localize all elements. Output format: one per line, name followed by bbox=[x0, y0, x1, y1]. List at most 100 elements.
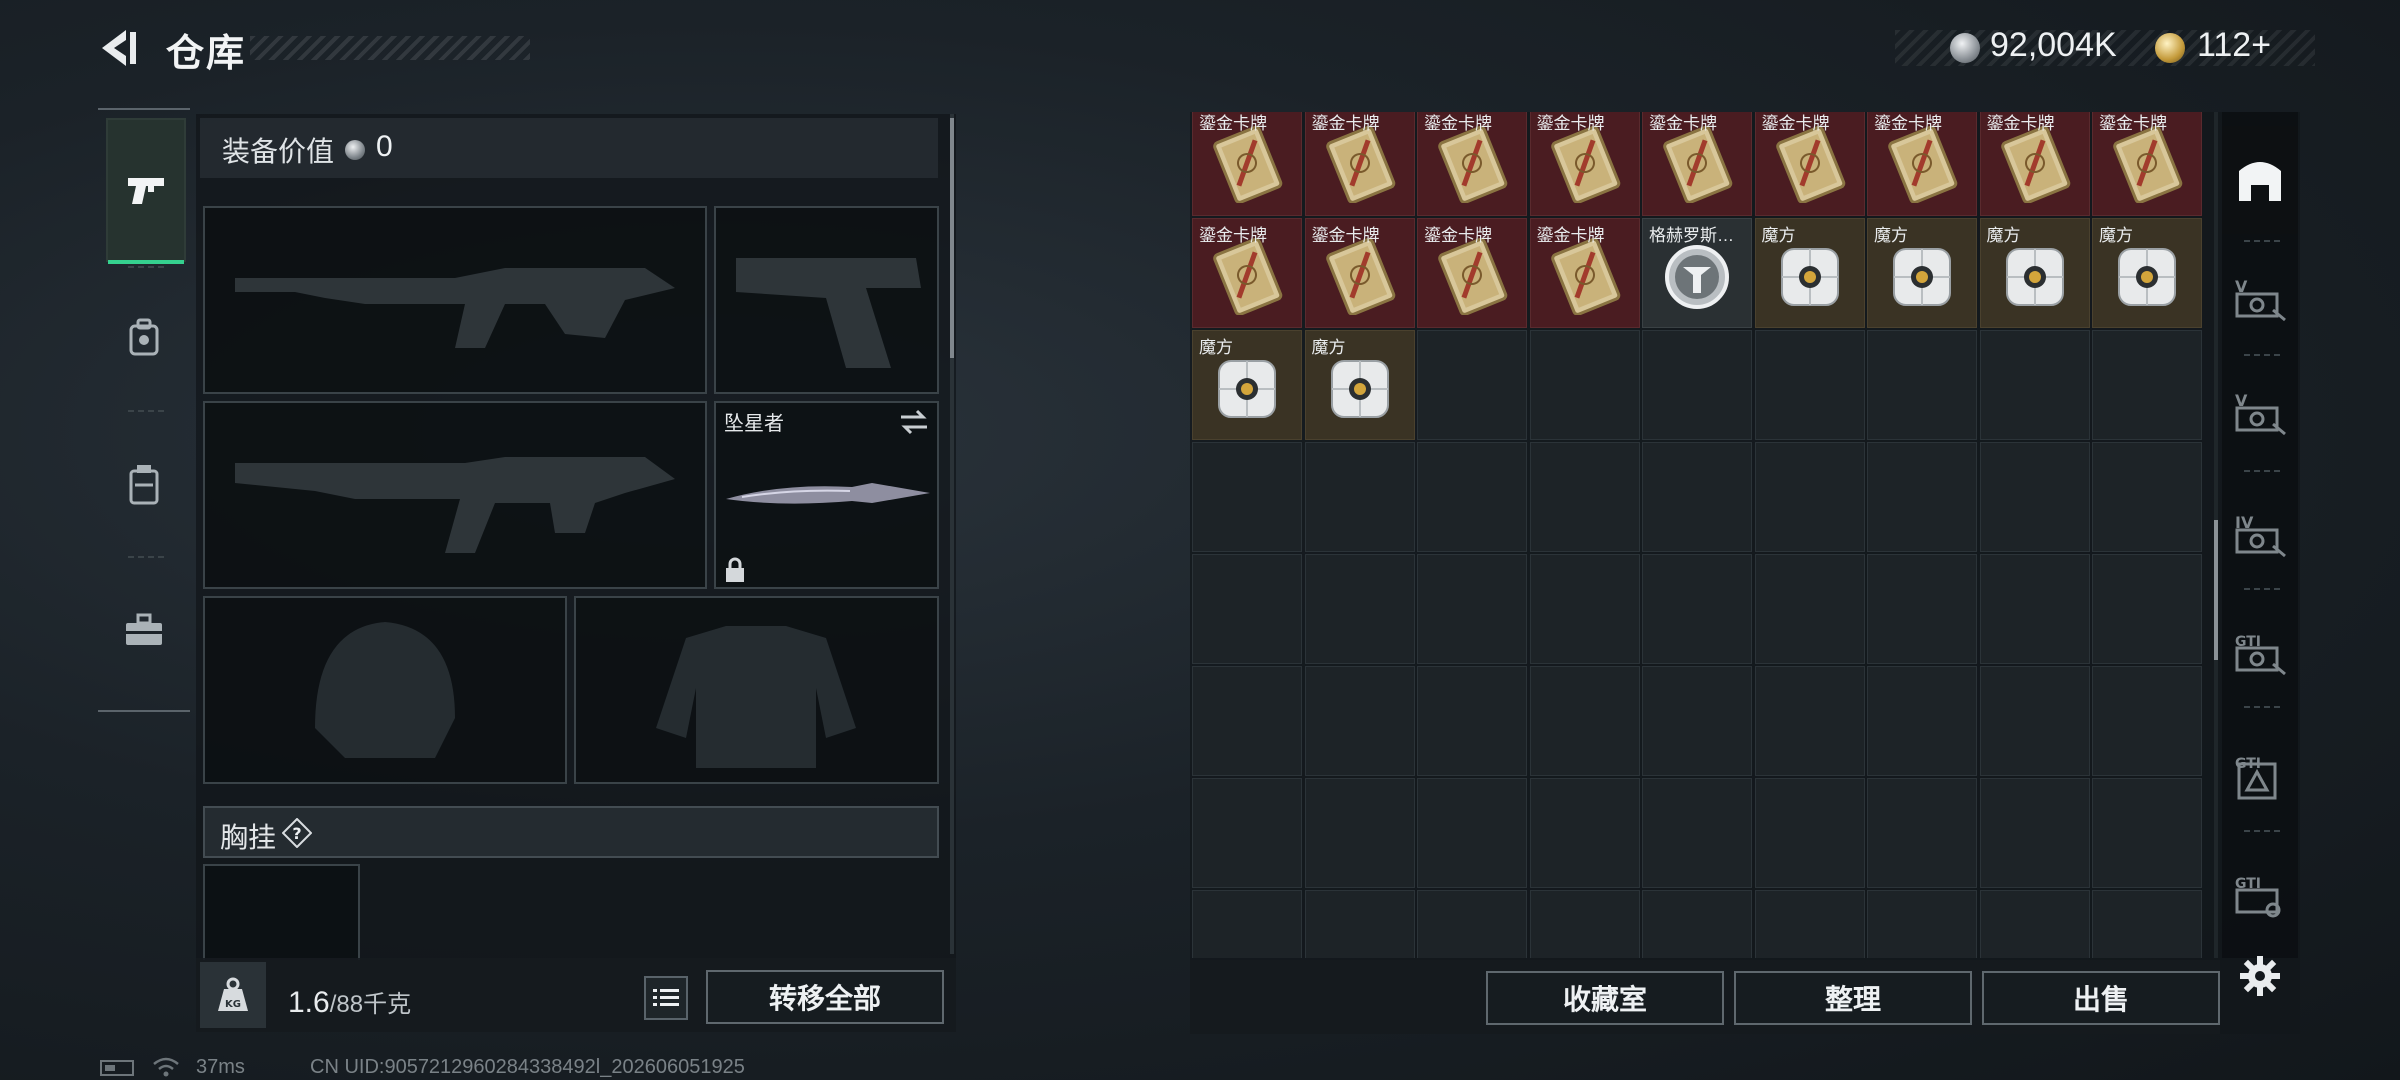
item-cube[interactable]: 魔方 bbox=[2092, 218, 2202, 328]
empty-storage-cell[interactable] bbox=[2092, 890, 2202, 958]
item-gilded-card[interactable]: 鎏金卡牌 bbox=[2092, 112, 2202, 216]
empty-storage-cell[interactable] bbox=[1304, 554, 1415, 664]
tab-storage-gti-3[interactable]: GTI bbox=[2222, 840, 2298, 948]
back-arrow-icon[interactable] bbox=[96, 26, 140, 70]
empty-storage-cell[interactable] bbox=[1192, 890, 1302, 958]
tab-storage-gti-1[interactable]: GTI bbox=[2222, 598, 2298, 706]
help-icon[interactable]: ? bbox=[281, 817, 313, 849]
empty-storage-cell[interactable] bbox=[1417, 330, 1527, 440]
item-gilded-card[interactable]: 鎏金卡牌 bbox=[1979, 112, 2090, 216]
empty-storage-cell[interactable] bbox=[1529, 778, 1640, 888]
item-gilded-card[interactable]: 鎏金卡牌 bbox=[1192, 218, 1302, 328]
empty-storage-cell[interactable] bbox=[2092, 442, 2202, 552]
empty-storage-cell[interactable] bbox=[1304, 890, 1415, 958]
rail-tab-armor[interactable] bbox=[106, 414, 182, 554]
empty-storage-cell[interactable] bbox=[1642, 554, 1752, 664]
empty-storage-cell[interactable] bbox=[1417, 666, 1527, 776]
empty-storage-cell[interactable] bbox=[1642, 330, 1752, 440]
empty-storage-cell[interactable] bbox=[1192, 442, 1302, 552]
empty-storage-cell[interactable] bbox=[1417, 890, 1527, 958]
empty-storage-cell[interactable] bbox=[1867, 666, 1977, 776]
empty-storage-cell[interactable] bbox=[1192, 778, 1302, 888]
tab-storage-iv[interactable]: IV bbox=[2222, 480, 2298, 588]
item-gilded-card[interactable]: 鎏金卡牌 bbox=[1529, 218, 1640, 328]
empty-storage-cell[interactable] bbox=[1754, 554, 1865, 664]
empty-storage-cell[interactable] bbox=[1304, 778, 1415, 888]
empty-storage-cell[interactable] bbox=[1867, 330, 1977, 440]
item-gilded-card[interactable]: 鎏金卡牌 bbox=[1867, 112, 1977, 216]
tab-storage-v2[interactable]: V bbox=[2222, 358, 2298, 466]
list-view-button[interactable] bbox=[644, 976, 688, 1020]
empty-storage-cell[interactable] bbox=[1979, 890, 2090, 958]
empty-storage-cell[interactable] bbox=[1867, 554, 1977, 664]
item-cube[interactable]: 魔方 bbox=[1304, 330, 1415, 440]
primary-weapon-slot-2[interactable] bbox=[203, 401, 707, 589]
gold-currency-value[interactable]: 112+ bbox=[2197, 26, 2271, 65]
empty-storage-cell[interactable] bbox=[1642, 778, 1752, 888]
item-medal[interactable]: 格赫罗斯… bbox=[1642, 218, 1752, 328]
organize-button[interactable]: 整理 bbox=[1734, 971, 1972, 1025]
empty-storage-cell[interactable] bbox=[2092, 666, 2202, 776]
empty-storage-cell[interactable] bbox=[1529, 442, 1640, 552]
silver-currency-value[interactable]: 92,004K bbox=[1990, 26, 2117, 65]
empty-storage-cell[interactable] bbox=[1754, 330, 1865, 440]
empty-storage-cell[interactable] bbox=[1979, 442, 2090, 552]
empty-storage-cell[interactable] bbox=[1867, 778, 1977, 888]
item-gilded-card[interactable]: 鎏金卡牌 bbox=[1417, 112, 1527, 216]
item-gilded-card[interactable]: 鎏金卡牌 bbox=[1417, 218, 1527, 328]
item-cube[interactable]: 魔方 bbox=[1192, 330, 1302, 440]
empty-storage-cell[interactable] bbox=[1529, 890, 1640, 958]
swap-icon[interactable] bbox=[899, 409, 929, 435]
storage-grid[interactable]: 鎏金卡牌 鎏金卡牌 鎏金卡牌 鎏金卡牌 鎏金卡牌 鎏金卡牌 鎏金卡牌 鎏金卡牌 鎏金卡牌 鎏金卡牌… bbox=[1192, 112, 2204, 958]
rail-tab-toolbox[interactable] bbox=[106, 560, 182, 700]
empty-storage-cell[interactable] bbox=[1979, 778, 2090, 888]
empty-storage-cell[interactable] bbox=[1529, 330, 1640, 440]
empty-storage-cell[interactable] bbox=[1304, 666, 1415, 776]
primary-weapon-slot-1[interactable] bbox=[203, 206, 707, 394]
item-cube[interactable]: 魔方 bbox=[1867, 218, 1977, 328]
item-cube[interactable]: 魔方 bbox=[1754, 218, 1865, 328]
empty-storage-cell[interactable] bbox=[1417, 442, 1527, 552]
empty-storage-cell[interactable] bbox=[1192, 554, 1302, 664]
storage-scroll-thumb[interactable] bbox=[2214, 520, 2218, 660]
tab-main-storage[interactable] bbox=[2222, 126, 2298, 234]
empty-storage-cell[interactable] bbox=[1979, 330, 2090, 440]
empty-storage-cell[interactable] bbox=[1754, 442, 1865, 552]
empty-storage-cell[interactable] bbox=[2092, 554, 2202, 664]
empty-storage-cell[interactable] bbox=[1754, 778, 1865, 888]
item-gilded-card[interactable]: 鎏金卡牌 bbox=[1754, 112, 1865, 216]
item-gilded-card[interactable]: 鎏金卡牌 bbox=[1642, 112, 1752, 216]
rail-tab-weapons[interactable] bbox=[106, 118, 186, 264]
settings-button[interactable] bbox=[2222, 946, 2298, 1006]
body-armor-slot[interactable] bbox=[574, 596, 939, 784]
tab-storage-v1[interactable]: V bbox=[2222, 244, 2298, 352]
empty-storage-cell[interactable] bbox=[1867, 442, 1977, 552]
item-gilded-card[interactable]: 鎏金卡牌 bbox=[1304, 112, 1415, 216]
empty-storage-cell[interactable] bbox=[1979, 666, 2090, 776]
collection-room-button[interactable]: 收藏室 bbox=[1486, 971, 1724, 1025]
chest-rig-slot[interactable] bbox=[203, 864, 360, 960]
transfer-all-button[interactable]: 转移全部 bbox=[706, 970, 944, 1024]
item-cube[interactable]: 魔方 bbox=[1979, 218, 2090, 328]
empty-storage-cell[interactable] bbox=[1642, 442, 1752, 552]
empty-storage-cell[interactable] bbox=[2092, 330, 2202, 440]
sidearm-slot[interactable] bbox=[714, 206, 939, 394]
tab-storage-gti-2[interactable]: GTI bbox=[2222, 722, 2298, 830]
empty-storage-cell[interactable] bbox=[1529, 554, 1640, 664]
helmet-slot[interactable] bbox=[203, 596, 567, 784]
empty-storage-cell[interactable] bbox=[1979, 554, 2090, 664]
loadout-scroll-thumb[interactable] bbox=[950, 118, 954, 358]
empty-storage-cell[interactable] bbox=[1754, 666, 1865, 776]
empty-storage-cell[interactable] bbox=[1642, 666, 1752, 776]
empty-storage-cell[interactable] bbox=[1192, 666, 1302, 776]
empty-storage-cell[interactable] bbox=[1642, 890, 1752, 958]
empty-storage-cell[interactable] bbox=[1417, 554, 1527, 664]
empty-storage-cell[interactable] bbox=[2092, 778, 2202, 888]
rail-tab-backpack[interactable] bbox=[106, 268, 182, 408]
item-gilded-card[interactable]: 鎏金卡牌 bbox=[1304, 218, 1415, 328]
item-gilded-card[interactable]: 鎏金卡牌 bbox=[1192, 112, 1302, 216]
empty-storage-cell[interactable] bbox=[1304, 442, 1415, 552]
item-gilded-card[interactable]: 鎏金卡牌 bbox=[1529, 112, 1640, 216]
melee-slot[interactable]: 坠星者 bbox=[714, 401, 939, 589]
empty-storage-cell[interactable] bbox=[1529, 666, 1640, 776]
